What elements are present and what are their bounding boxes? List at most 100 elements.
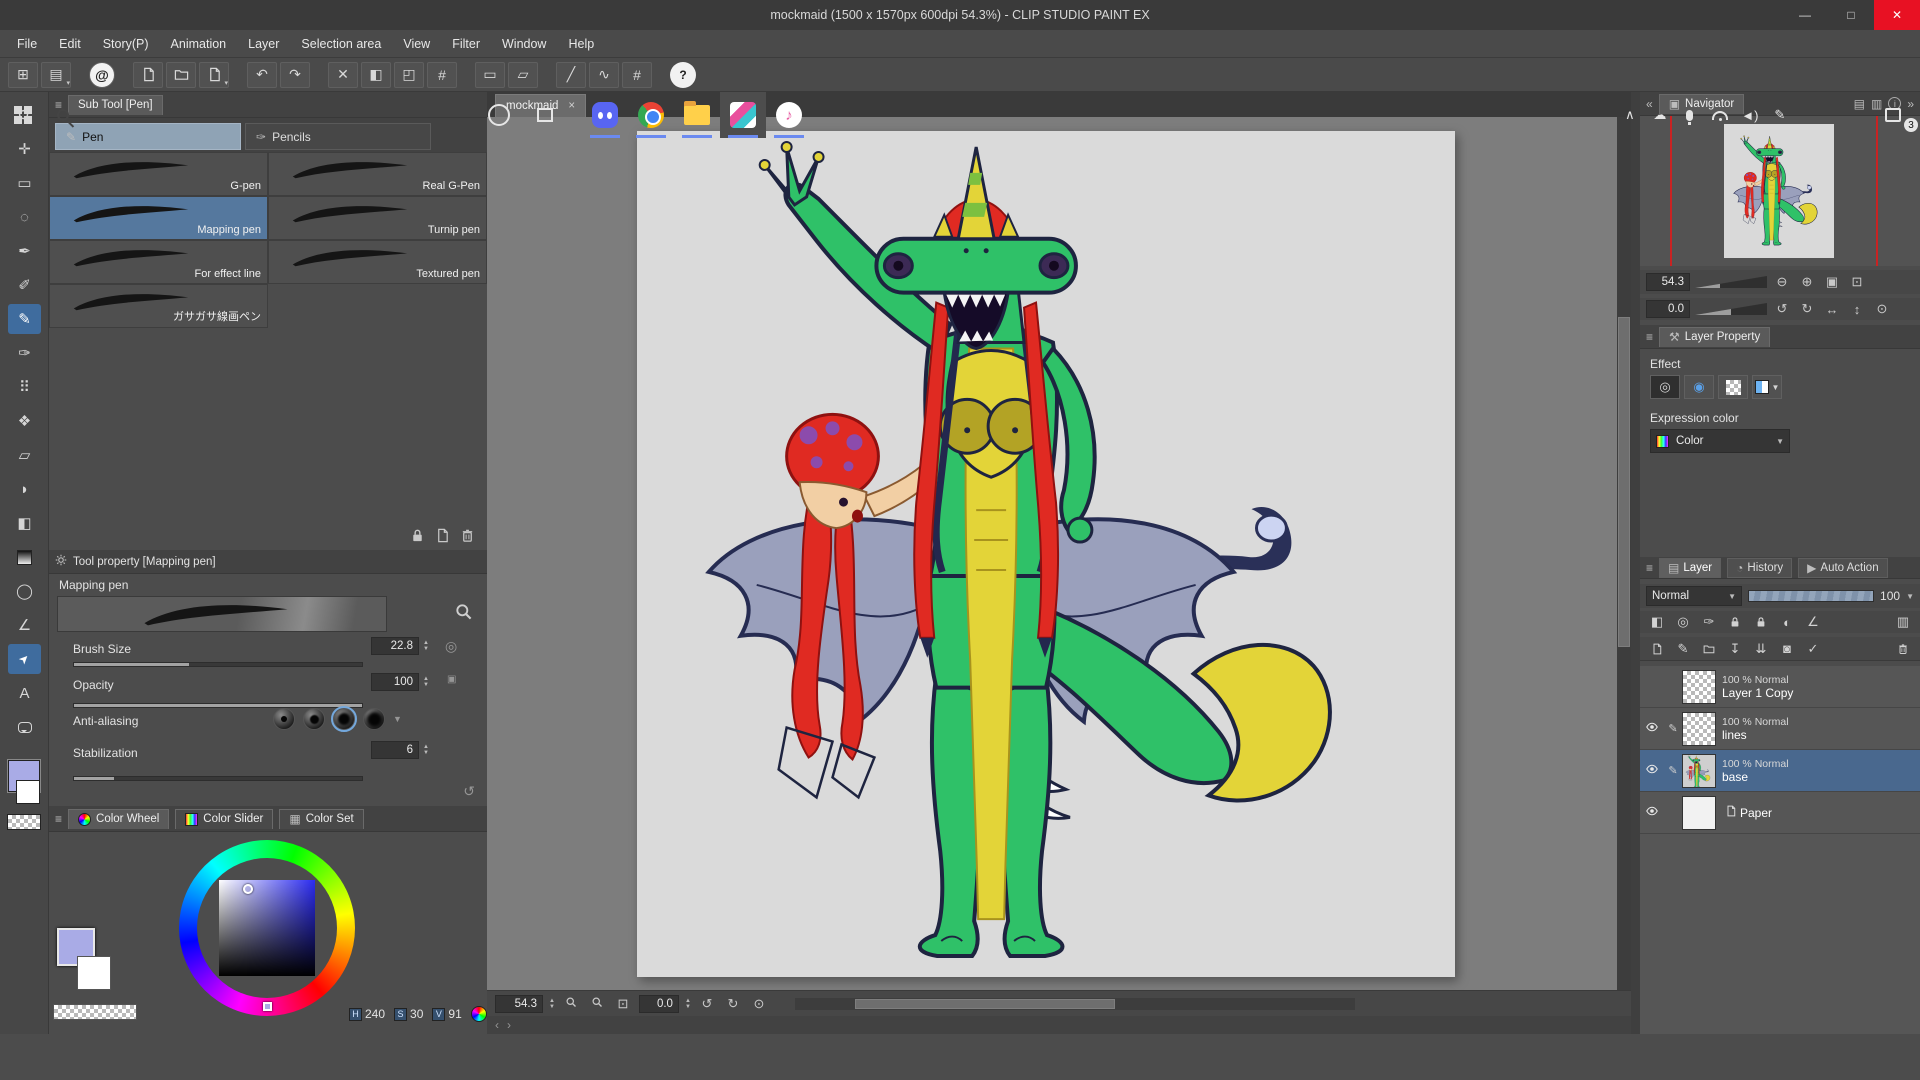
dropdown-caret-icon[interactable]: ▼ bbox=[393, 714, 402, 724]
layer-opacity-value[interactable]: 100 bbox=[1880, 589, 1900, 603]
brush-for-effect-line[interactable]: For effect line bbox=[49, 240, 268, 284]
layer-visible-icon[interactable] bbox=[1640, 805, 1664, 820]
lock-subtool-icon[interactable] bbox=[410, 528, 425, 546]
menu-story[interactable]: Story(P) bbox=[92, 32, 160, 56]
brush-mapping-pen[interactable]: Mapping pen bbox=[49, 196, 268, 240]
transfer-down-icon[interactable]: ↧ bbox=[1722, 638, 1748, 660]
reference-layer-icon[interactable]: ◎ bbox=[1670, 611, 1696, 633]
help-icon[interactable]: ? bbox=[670, 62, 696, 88]
next-document-icon[interactable]: › bbox=[507, 1018, 511, 1032]
expression-color-dropdown[interactable]: Color ▼ bbox=[1650, 429, 1790, 453]
navigator-rotation-slider[interactable] bbox=[1695, 303, 1767, 315]
brush-size-unit-icon[interactable]: ◎ bbox=[445, 638, 457, 655]
navigator-rotation-value[interactable]: 0.0 bbox=[1646, 300, 1690, 318]
decoration-tool[interactable]: ❖ bbox=[8, 406, 41, 436]
menu-animation[interactable]: Animation bbox=[160, 32, 238, 56]
lock-transparent-pixel-icon[interactable] bbox=[1748, 611, 1774, 633]
zoom-in-icon[interactable] bbox=[587, 996, 607, 1011]
brush-gasagasa-pen[interactable]: ガサガサ線画ペン bbox=[49, 284, 268, 328]
new-raster-layer-icon[interactable] bbox=[1644, 638, 1670, 660]
blend-tool[interactable]: ◗ bbox=[8, 474, 41, 504]
brush-textured-pen[interactable]: Textured pen bbox=[268, 240, 487, 284]
menu-help[interactable]: Help bbox=[557, 32, 605, 56]
hue-marker[interactable] bbox=[263, 1002, 272, 1011]
subtool-tab-pencils[interactable]: ✑Pencils bbox=[245, 123, 431, 150]
maximize-button[interactable]: □ bbox=[1828, 0, 1874, 30]
pen-tool[interactable]: ✎ bbox=[8, 304, 41, 334]
opacity-box-icon[interactable]: ▣ bbox=[447, 674, 456, 685]
color-wheel-tab[interactable]: Color Wheel bbox=[68, 809, 169, 829]
eyedropper-tool[interactable]: ✒ bbox=[8, 236, 41, 266]
microphone-icon[interactable] bbox=[1675, 92, 1705, 138]
stabilization-slider[interactable] bbox=[73, 776, 363, 781]
undo-icon[interactable]: ↶ bbox=[247, 62, 277, 88]
menu-edit[interactable]: Edit bbox=[48, 32, 92, 56]
status-zoom-value[interactable]: 54.3 bbox=[495, 995, 543, 1013]
close-tab-icon[interactable]: × bbox=[568, 100, 575, 112]
layer-tab[interactable]: ▤Layer bbox=[1659, 558, 1721, 578]
transparent-color-swatch[interactable] bbox=[53, 1004, 137, 1020]
sub-color-swatch[interactable] bbox=[16, 780, 40, 804]
delete-icon[interactable]: ✕ bbox=[328, 62, 358, 88]
horizontal-scrollbar[interactable] bbox=[795, 998, 1355, 1010]
color-slider-tab[interactable]: Color Slider bbox=[175, 809, 273, 829]
enable-mask-icon[interactable]: ◐ bbox=[1774, 611, 1800, 633]
delete-subtool-icon[interactable] bbox=[460, 528, 475, 546]
taskbar-clip-studio-paint[interactable] bbox=[720, 92, 766, 138]
menu-selection-area[interactable]: Selection area bbox=[290, 32, 392, 56]
brush-size-slider[interactable] bbox=[73, 662, 363, 667]
taskbar-discord[interactable] bbox=[582, 92, 628, 138]
menu-file[interactable]: File bbox=[6, 32, 48, 56]
transparent-color-swatch[interactable] bbox=[7, 814, 41, 830]
tone-effect-icon[interactable]: ◉ bbox=[1684, 375, 1714, 399]
eraser-tool[interactable]: ▱ bbox=[8, 440, 41, 470]
save-file-icon[interactable]: ▾ bbox=[199, 62, 229, 88]
history-tab[interactable]: ◔History bbox=[1727, 558, 1792, 578]
anti-aliasing-weak[interactable] bbox=[303, 708, 325, 730]
frame-border-icon[interactable]: # bbox=[427, 62, 457, 88]
open-file-icon[interactable] bbox=[166, 62, 196, 88]
move-tool[interactable]: ✛ bbox=[8, 134, 41, 164]
canvas-viewport[interactable] bbox=[487, 117, 1617, 990]
brush-g-pen[interactable]: G-pen bbox=[49, 152, 268, 196]
blend-mode-dropdown[interactable]: Normal ▼ bbox=[1646, 586, 1742, 606]
layer-opacity-slider[interactable] bbox=[1748, 590, 1874, 602]
border-effect-icon[interactable]: ◎ bbox=[1650, 375, 1680, 399]
snap-to-ruler-icon[interactable]: ╱ bbox=[556, 62, 586, 88]
layer-row-base[interactable]: ✎ 100 % Normalbase bbox=[1640, 750, 1920, 792]
new-folder-icon[interactable] bbox=[1696, 638, 1722, 660]
volume-icon[interactable]: ◄) bbox=[1735, 92, 1765, 138]
reset-all-settings-icon[interactable]: ↺ bbox=[463, 783, 475, 800]
opacity-value[interactable]: 100 bbox=[371, 673, 419, 691]
flip-horizontal-icon[interactable]: ↔ bbox=[1822, 302, 1842, 317]
panel-menu-icon[interactable]: ≡ bbox=[1646, 330, 1653, 344]
status-rotation-value[interactable]: 0.0 bbox=[639, 995, 679, 1013]
balloon-tool[interactable] bbox=[8, 712, 41, 742]
brush-size-value[interactable]: 22.8 bbox=[371, 637, 419, 655]
marker-tool[interactable]: ✐ bbox=[8, 270, 41, 300]
navigator-zoom-value[interactable]: 54.3 bbox=[1646, 273, 1690, 291]
operation-tool[interactable]: ➤ bbox=[8, 644, 41, 674]
search-subtool-icon[interactable] bbox=[454, 602, 473, 624]
deselect-icon[interactable]: ▱ bbox=[508, 62, 538, 88]
rotate-left-icon[interactable]: ↺ bbox=[1772, 301, 1792, 317]
draft-layer-icon[interactable]: ✑ bbox=[1696, 611, 1722, 633]
wifi-icon[interactable] bbox=[1705, 92, 1735, 138]
lock-layer-icon[interactable] bbox=[1722, 611, 1748, 633]
fill-icon[interactable]: ◧ bbox=[361, 62, 391, 88]
layer-visible-icon[interactable] bbox=[1640, 763, 1664, 778]
pen-input-icon[interactable]: ✎ bbox=[1765, 92, 1795, 138]
workspace-icon[interactable]: ⊞ bbox=[8, 62, 38, 88]
zoom-out-icon[interactable]: ⊖ bbox=[1772, 274, 1792, 290]
layer-property-tab[interactable]: ⚒Layer Property bbox=[1659, 327, 1770, 347]
stabilization-spinner[interactable]: ▲▼ bbox=[423, 744, 429, 756]
delete-layer-icon[interactable] bbox=[1890, 638, 1916, 660]
select-area-icon[interactable]: ▭ bbox=[475, 62, 505, 88]
transform-icon[interactable]: ◰ bbox=[394, 62, 424, 88]
panel-menu-icon[interactable]: ≡ bbox=[55, 812, 62, 826]
layer-row-lines[interactable]: ✎ 100 % Normallines bbox=[1640, 708, 1920, 750]
text-tool[interactable]: A bbox=[8, 678, 41, 708]
brush-turnip-pen[interactable]: Turnip pen bbox=[268, 196, 487, 240]
menu-window[interactable]: Window bbox=[491, 32, 557, 56]
task-view-button[interactable] bbox=[522, 92, 568, 138]
